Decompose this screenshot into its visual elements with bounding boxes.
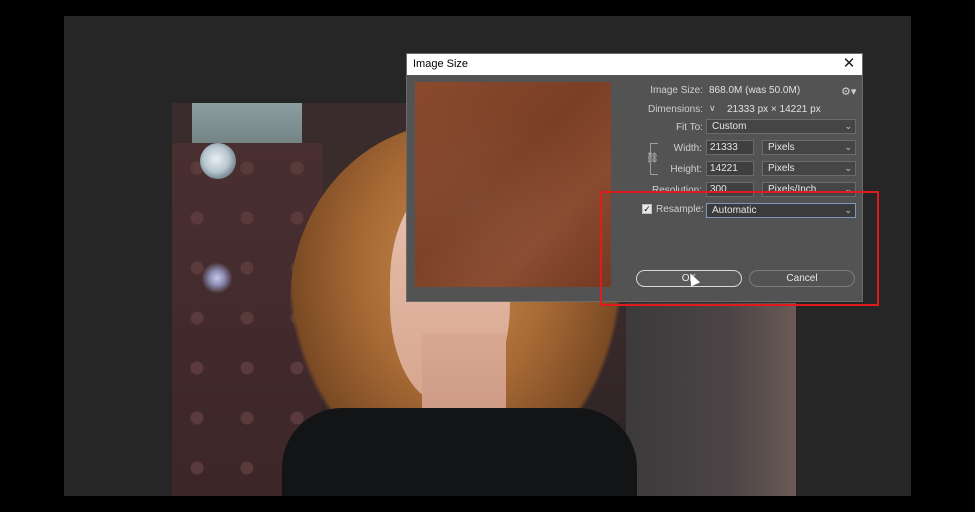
chevron-down-icon[interactable]: ∨	[709, 103, 716, 114]
width-unit-value: Pixels	[768, 142, 795, 153]
preview-image[interactable]	[415, 82, 611, 287]
height-unit-value: Pixels	[768, 163, 795, 174]
width-input[interactable]: 21333	[706, 140, 754, 155]
dimensions-label: Dimensions:	[647, 104, 703, 115]
height-unit-select[interactable]: Pixels ⌄	[762, 161, 856, 176]
image-size-value: 868.0M (was 50.0M)	[709, 85, 801, 96]
fit-to-select[interactable]: Custom ⌄	[706, 119, 856, 134]
dimensions-value: 21333 px × 14221 px	[727, 104, 821, 115]
chain-link-icon[interactable]: ⛓	[646, 153, 659, 164]
height-label: Height:	[670, 164, 702, 175]
red-highlight-box	[600, 191, 879, 306]
fit-to-value: Custom	[712, 121, 747, 132]
dialog-title: Image Size	[413, 58, 469, 70]
width-label: Width:	[673, 143, 702, 154]
chevron-down-icon: ⌄	[844, 142, 852, 152]
fit-to-label: Fit To:	[675, 122, 703, 133]
dialog-titlebar[interactable]: Image Size ✕	[407, 54, 862, 75]
height-input[interactable]: 14221	[706, 161, 754, 176]
photo-shirt	[282, 408, 637, 496]
chevron-down-icon: ⌄	[844, 163, 852, 173]
chevron-down-icon: ⌄	[844, 121, 852, 131]
gear-icon[interactable]: ⚙▾	[841, 85, 856, 98]
image-size-label: Image Size:	[650, 85, 703, 96]
close-icon[interactable]: ✕	[840, 55, 858, 73]
width-unit-select[interactable]: Pixels ⌄	[762, 140, 856, 155]
photo-background-right	[626, 303, 796, 496]
photo-door-knob	[200, 143, 236, 179]
